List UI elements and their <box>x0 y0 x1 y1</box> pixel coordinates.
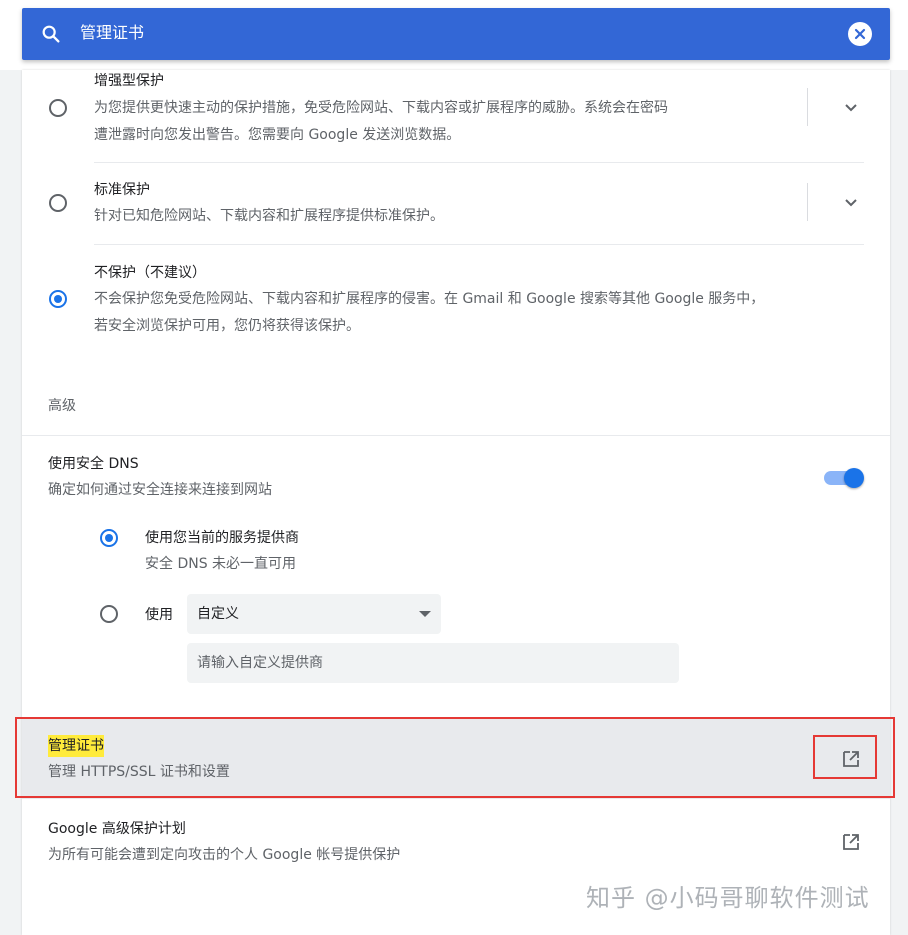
custom-provider-placeholder: 请输入自定义提供商 <box>197 655 323 671</box>
custom-provider-label: 使用 <box>145 607 173 623</box>
custom-provider-input[interactable]: 请输入自定义提供商 <box>187 643 679 683</box>
divider <box>22 435 890 436</box>
divider <box>807 88 808 126</box>
current-provider-title: 使用您当前的服务提供商 <box>145 530 299 546</box>
enhanced-protection-desc-2: 遭泄露时向您发出警告。您需要向 Google 发送浏览数据。 <box>94 127 461 143</box>
divider <box>94 162 864 163</box>
standard-protection-desc: 针对已知危险网站、下载内容和扩展程序提供标准保护。 <box>94 208 444 224</box>
enhanced-protection-desc-1: 为您提供更快速主动的保护措施，免受危险网站、下载内容或扩展程序的威胁。系统会在密… <box>94 100 668 116</box>
close-icon <box>854 28 866 40</box>
no-protection-desc-2: 若安全浏览保护可用，您仍将获得该保护。 <box>94 318 360 334</box>
chevron-down-icon[interactable] <box>842 99 860 117</box>
settings-search-bar: 管理证书 <box>0 0 908 70</box>
secure-dns-desc: 确定如何通过安全连接来连接到网站 <box>48 482 272 498</box>
radio-no-protection[interactable] <box>49 290 67 308</box>
annotation-frame-button <box>813 735 877 779</box>
secure-dns-title: 使用安全 DNS <box>48 456 139 472</box>
advanced-section-heading: 高级 <box>48 398 76 414</box>
no-protection-desc-1: 不会保护您免受危险网站、下载内容和扩展程序的侵害。在 Gmail 和 Googl… <box>94 291 765 307</box>
dropdown-arrow-icon <box>419 611 431 617</box>
watermark: 知乎 @小码哥聊软件测试 <box>586 884 870 912</box>
advanced-protection-desc: 为所有可能会遭到定向攻击的个人 Google 帐号提供保护 <box>48 847 401 863</box>
standard-protection-title: 标准保护 <box>94 182 150 198</box>
search-input[interactable]: 管理证书 <box>80 21 144 45</box>
radio-current-provider[interactable] <box>100 529 118 547</box>
search-field-container[interactable]: 管理证书 <box>22 8 890 60</box>
divider <box>807 183 808 221</box>
radio-standard-protection[interactable] <box>49 194 67 212</box>
secure-dns-toggle-knob[interactable] <box>844 468 864 488</box>
current-provider-desc: 安全 DNS 未必一直可用 <box>145 556 297 572</box>
settings-card: 增强型保护 为您提供更快速主动的保护措施，免受危险网站、下载内容或扩展程序的威胁… <box>22 70 890 935</box>
dns-provider-select[interactable]: 自定义 <box>187 594 441 634</box>
no-protection-title: 不保护（不建议） <box>94 265 206 281</box>
chevron-down-icon[interactable] <box>842 194 860 212</box>
dns-provider-selected: 自定义 <box>197 606 239 622</box>
clear-search-button[interactable] <box>848 22 872 46</box>
radio-custom-provider[interactable] <box>100 605 118 623</box>
external-link-icon[interactable] <box>841 832 861 852</box>
radio-enhanced-protection[interactable] <box>49 99 67 117</box>
advanced-protection-title: Google 高级保护计划 <box>48 821 186 837</box>
annotation-frame <box>15 717 895 798</box>
divider <box>94 244 864 245</box>
enhanced-protection-title: 增强型保护 <box>94 73 164 89</box>
search-icon[interactable] <box>40 23 62 45</box>
